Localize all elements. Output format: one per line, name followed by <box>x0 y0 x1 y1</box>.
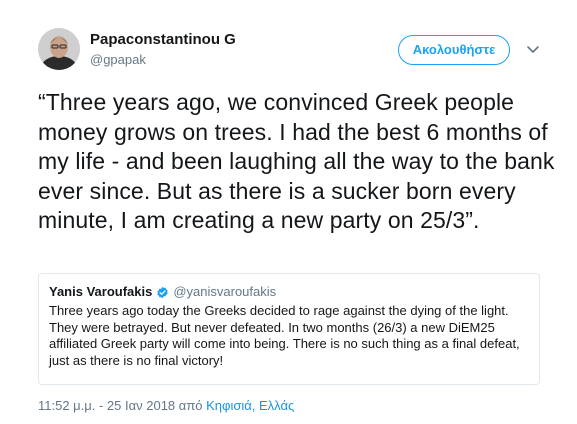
chevron-down-icon[interactable] <box>526 42 540 56</box>
quoted-tweet-text: Three years ago today the Greeks decided… <box>49 303 520 368</box>
quoted-author-name: Yanis Varoufakis <box>49 284 153 299</box>
location-link[interactable]: Κηφισιά, Ελλάς <box>206 398 294 413</box>
timestamp[interactable]: 11:52 μ.μ. - 25 Ιαν 2018 <box>38 398 175 413</box>
tweet-text: “Three years ago, we convinced Greek peo… <box>38 89 555 233</box>
tweet-card: Papaconstantinou G @gpapak Ακολουθήστε “… <box>0 0 577 424</box>
quoted-author-handle: @yanisvaroufakis <box>173 284 277 299</box>
avatar[interactable] <box>38 28 80 70</box>
follow-button[interactable]: Ακολουθήστε <box>398 35 510 65</box>
quoted-tweet-header: Yanis Varoufakis @yanisvaroufakis <box>49 284 529 300</box>
avatar-photo <box>38 28 80 70</box>
author-block: Papaconstantinou G @gpapak <box>90 30 236 69</box>
from-word: από <box>178 398 203 413</box>
quoted-tweet[interactable]: Yanis Varoufakis @yanisvaroufakis Three … <box>38 273 540 385</box>
author-handle[interactable]: @gpapak <box>90 51 236 69</box>
tweet-metadata: 11:52 μ.μ. - 25 Ιαν 2018 από Κηφισιά, Ελ… <box>38 398 294 414</box>
author-name[interactable]: Papaconstantinou G <box>90 30 236 49</box>
verified-badge-icon <box>157 286 168 298</box>
